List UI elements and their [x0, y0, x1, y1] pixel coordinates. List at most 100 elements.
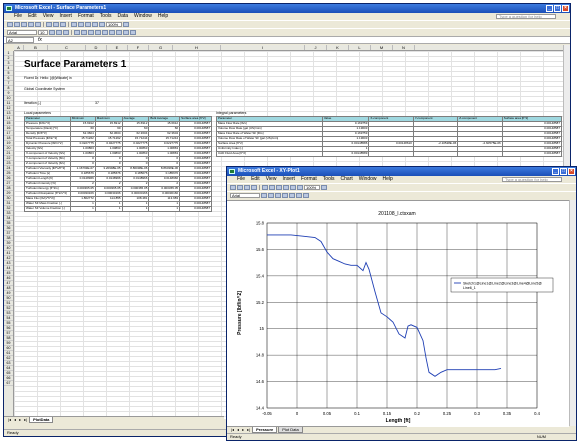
menu-help[interactable]: Help — [158, 13, 168, 20]
maximize-button[interactable]: □ — [560, 168, 567, 175]
save-icon[interactable] — [244, 185, 250, 190]
zoom-select[interactable]: 100% — [106, 22, 122, 27]
column-header[interactable]: H — [173, 45, 221, 50]
help-icon[interactable] — [321, 185, 327, 190]
autosum-icon[interactable] — [290, 185, 296, 190]
column-header[interactable]: I — [221, 45, 305, 50]
paste-icon[interactable] — [60, 22, 66, 27]
open-icon[interactable] — [237, 185, 243, 190]
xy-chart[interactable]: 201108_l.ctsxam 14.4 14.6 14.8 15 15.2 15.4 15… — [227, 201, 569, 427]
bold-icon[interactable] — [49, 30, 55, 35]
currency-icon[interactable] — [102, 30, 108, 35]
copy-icon[interactable] — [269, 185, 275, 190]
fx-icon[interactable]: fx — [38, 37, 42, 43]
menu-format[interactable]: Format — [78, 13, 94, 20]
merge-center-icon[interactable] — [95, 30, 101, 35]
column-header[interactable]: M — [371, 45, 393, 50]
menu-file[interactable]: File — [237, 176, 245, 183]
print-icon[interactable] — [251, 185, 257, 190]
percent-icon[interactable] — [109, 30, 115, 35]
table-cell[interactable]: 1 — [148, 206, 181, 212]
table-cell[interactable]: 0.00148589 — [321, 151, 370, 157]
borders-icon[interactable] — [116, 30, 122, 35]
column-header[interactable]: J — [305, 45, 327, 50]
autosum-icon[interactable] — [85, 22, 91, 27]
print-preview-icon[interactable] — [35, 22, 41, 27]
name-box[interactable]: A2 — [6, 37, 34, 43]
zoom-select[interactable]: 100% — [304, 185, 320, 190]
sort-ascending-icon[interactable] — [92, 22, 98, 27]
table-cell[interactable]: 1 — [69, 206, 96, 212]
minimize-button[interactable]: _ — [552, 168, 559, 175]
menu-insert[interactable]: Insert — [59, 13, 72, 20]
align-left-icon[interactable] — [282, 193, 288, 198]
menu-view[interactable]: View — [43, 13, 54, 20]
table-cell[interactable]: 1 — [121, 206, 150, 212]
font-color-icon[interactable] — [303, 193, 309, 198]
column-header[interactable]: K — [327, 45, 349, 50]
font-name-select[interactable]: Arial — [7, 30, 37, 35]
prev-sheet-icon[interactable]: ◂ — [13, 417, 17, 423]
open-icon[interactable] — [14, 22, 20, 27]
menu-window[interactable]: Window — [134, 13, 152, 20]
fill-color-icon[interactable] — [123, 30, 129, 35]
chart-wizard-icon[interactable] — [297, 185, 303, 190]
table-cell[interactable] — [412, 151, 459, 157]
column-header[interactable]: N — [393, 45, 415, 50]
row-header[interactable]: 67 — [4, 381, 13, 386]
table-cell[interactable]: 0.00148587 — [501, 151, 563, 157]
menu-chart[interactable]: Chart — [340, 176, 352, 183]
column-header[interactable]: G — [149, 45, 173, 50]
table-cell[interactable] — [457, 151, 503, 157]
menu-data[interactable]: Data — [117, 13, 128, 20]
undo-icon[interactable] — [71, 22, 77, 27]
menu-tools[interactable]: Tools — [323, 176, 335, 183]
new-icon[interactable] — [230, 185, 236, 190]
cut-icon[interactable] — [262, 185, 268, 190]
table-cell[interactable]: 1 — [94, 206, 123, 212]
column-header[interactable]: F — [128, 45, 149, 50]
font-color-icon[interactable] — [130, 30, 136, 35]
column-header[interactable]: A — [14, 45, 24, 50]
underline-icon[interactable] — [275, 193, 281, 198]
next-sheet-icon[interactable]: ▸ — [18, 417, 22, 423]
new-icon[interactable] — [7, 22, 13, 27]
chart-area[interactable]: 201108_l.ctsxam 14.4 14.6 14.8 15 15.2 15.4 15… — [227, 200, 569, 427]
vertical-scrollbar[interactable] — [569, 200, 576, 426]
menu-insert[interactable]: Insert — [282, 176, 295, 183]
menu-tools[interactable]: Tools — [100, 13, 112, 20]
help-search-input[interactable]: Type a question for help — [496, 14, 556, 19]
align-center-icon[interactable] — [81, 30, 87, 35]
column-header[interactable]: D — [86, 45, 107, 50]
tab-plotdata[interactable]: PlotData — [29, 417, 54, 423]
help-search-input[interactable]: Type a question for help — [502, 177, 562, 182]
minimize-button[interactable]: _ — [546, 5, 553, 12]
paste-icon[interactable] — [276, 185, 282, 190]
menu-edit[interactable]: Edit — [28, 13, 37, 20]
table-cell[interactable]: 0.00148587 — [179, 206, 212, 212]
print-icon[interactable] — [28, 22, 34, 27]
maximize-button[interactable]: □ — [554, 5, 561, 12]
copy-icon[interactable] — [53, 22, 59, 27]
menu-file[interactable]: File — [14, 13, 22, 20]
last-sheet-icon[interactable]: ▸| — [23, 417, 28, 423]
save-icon[interactable] — [21, 22, 27, 27]
menu-view[interactable]: View — [266, 176, 277, 183]
undo-icon[interactable] — [283, 185, 289, 190]
align-right-icon[interactable] — [88, 30, 94, 35]
italic-icon[interactable] — [268, 193, 274, 198]
table-cell[interactable]: Water SF Volume Fraction [-] — [24, 206, 71, 212]
italic-icon[interactable] — [56, 30, 62, 35]
redo-icon[interactable] — [78, 22, 84, 27]
close-button[interactable]: × — [562, 5, 569, 12]
chart-wizard-icon[interactable] — [99, 22, 105, 27]
column-header[interactable]: B — [24, 45, 48, 50]
plot-area[interactable] — [266, 222, 538, 409]
underline-icon[interactable] — [63, 30, 69, 35]
help-icon[interactable] — [123, 22, 129, 27]
table-cell[interactable] — [368, 151, 414, 157]
menu-edit[interactable]: Edit — [251, 176, 260, 183]
close-button[interactable]: × — [568, 168, 575, 175]
align-left-icon[interactable] — [74, 30, 80, 35]
menu-window[interactable]: Window — [359, 176, 377, 183]
